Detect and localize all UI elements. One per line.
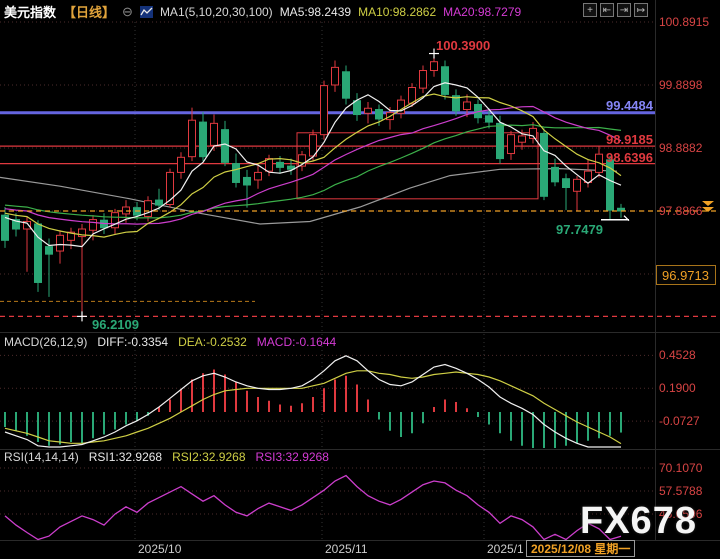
chart-header: 美元指数 【日线】 ⊖ MA1(5,10,20,30,100) MA5:98.2… xyxy=(4,2,521,21)
rsi-axis-label: 70.1070 xyxy=(659,461,702,475)
time-axis-label: 2025/10 xyxy=(138,542,181,556)
collapse-icon[interactable]: ⊖ xyxy=(122,4,133,20)
macd-diff-value: DIFF:-0.3354 xyxy=(97,335,168,349)
rsi-header: RSI(14,14,14) RSI1:32.9268 RSI2:32.9268 … xyxy=(4,450,329,464)
price-axis-label: 99.8898 xyxy=(659,78,702,92)
rsi1-value: RSI1:32.9268 xyxy=(89,450,162,464)
resistance2-label: 98.6396 xyxy=(601,150,653,165)
candlestick[interactable] xyxy=(57,235,64,251)
symbol-name: 美元指数 xyxy=(4,2,56,21)
rsi-title[interactable]: RSI(14,14,14) xyxy=(4,450,79,464)
watermark: FX678 xyxy=(580,500,697,543)
candlestick[interactable] xyxy=(431,62,438,71)
rsi-axis-label: 57.5788 xyxy=(659,484,702,498)
macd-value: MACD:-0.1644 xyxy=(257,335,336,349)
candlestick[interactable] xyxy=(442,67,449,95)
jump-latest-icon[interactable]: ↦ xyxy=(634,3,648,17)
candlestick[interactable] xyxy=(2,215,9,240)
ma5-line xyxy=(5,83,621,247)
candlestick[interactable] xyxy=(530,128,537,138)
time-axis-label: 2025/1 xyxy=(487,542,524,556)
candlestick[interactable] xyxy=(156,200,163,205)
price-marker-box: 96.9713 xyxy=(656,265,716,285)
rsi2-value: RSI2:32.9268 xyxy=(172,450,245,464)
candlestick[interactable] xyxy=(35,224,42,282)
swing-low-annotation: 96.2109 xyxy=(92,317,139,332)
blue-level-label: 99.4484 xyxy=(601,98,653,113)
candlestick[interactable] xyxy=(343,72,350,98)
candlestick[interactable] xyxy=(321,86,328,135)
chart-toolbar: + ⇤ ⇥ ↦ xyxy=(583,3,648,17)
ma5-value: MA5:98.2439 xyxy=(280,5,351,19)
rsi-line xyxy=(5,476,621,540)
candlestick[interactable] xyxy=(189,120,196,156)
candlestick[interactable] xyxy=(508,135,515,154)
macd-axis-label: 0.4528 xyxy=(659,348,696,362)
ma-settings-label[interactable]: MA1(5,10,20,30,100) xyxy=(160,5,273,19)
pan-left-icon[interactable]: ⇤ xyxy=(600,3,614,17)
ma20-value: MA20:98.7279 xyxy=(443,5,521,19)
final-low-annotation: 97.7479 xyxy=(556,222,603,237)
pan-right-icon[interactable]: ⇥ xyxy=(617,3,631,17)
candlestick[interactable] xyxy=(178,157,185,172)
candlestick[interactable] xyxy=(90,220,97,231)
candlestick[interactable] xyxy=(376,110,383,119)
candlestick[interactable] xyxy=(354,101,361,115)
candlestick[interactable] xyxy=(420,71,427,89)
price-axis-label: 98.8882 xyxy=(659,141,702,155)
candlestick[interactable] xyxy=(464,102,471,110)
candlestick[interactable] xyxy=(233,164,240,183)
candlestick[interactable] xyxy=(46,247,53,255)
macd-dea-value: DEA:-0.2532 xyxy=(178,335,247,349)
price-axis-label: 97.8866 xyxy=(659,204,702,218)
ma10-line xyxy=(5,94,621,237)
mini-chart-icon xyxy=(140,6,153,18)
macd-header: MACD(26,12,9) DIFF:-0.3354 DEA:-0.2532 M… xyxy=(4,335,336,349)
candlestick[interactable] xyxy=(552,167,559,181)
candlestick[interactable] xyxy=(332,67,339,85)
high-annotation: 100.3900 xyxy=(436,38,490,53)
ma10-value: MA10:98.2862 xyxy=(358,5,436,19)
price-axis-label: 100.8915 xyxy=(659,15,709,29)
candlestick[interactable] xyxy=(277,162,284,167)
rsi3-value: RSI3:32.9268 xyxy=(256,450,329,464)
candlestick[interactable] xyxy=(200,122,207,157)
period-label[interactable]: 【日线】 xyxy=(63,2,115,21)
macd-axis-label: 0.1900 xyxy=(659,381,696,395)
candlestick[interactable] xyxy=(211,123,218,145)
candlestick[interactable] xyxy=(255,172,262,180)
candlestick[interactable] xyxy=(222,130,229,163)
candlestick[interactable] xyxy=(541,133,548,196)
crosshair-icon[interactable]: + xyxy=(583,3,597,17)
candlestick[interactable] xyxy=(497,123,504,158)
candlestick[interactable] xyxy=(365,108,372,113)
candlestick[interactable] xyxy=(563,179,570,188)
time-axis-label: 2025/11 xyxy=(325,542,368,556)
candlestick[interactable] xyxy=(574,179,581,191)
candlestick[interactable] xyxy=(486,116,493,122)
price-seal-icon[interactable] xyxy=(702,200,714,213)
chart-svg[interactable] xyxy=(0,0,720,559)
candlestick[interactable] xyxy=(244,177,251,185)
candlestick[interactable] xyxy=(519,136,526,142)
macd-title[interactable]: MACD(26,12,9) xyxy=(4,335,87,349)
macd-axis-label: -0.0727 xyxy=(659,414,700,428)
resistance1-label: 98.9185 xyxy=(601,132,653,147)
ma20-line xyxy=(5,107,621,225)
